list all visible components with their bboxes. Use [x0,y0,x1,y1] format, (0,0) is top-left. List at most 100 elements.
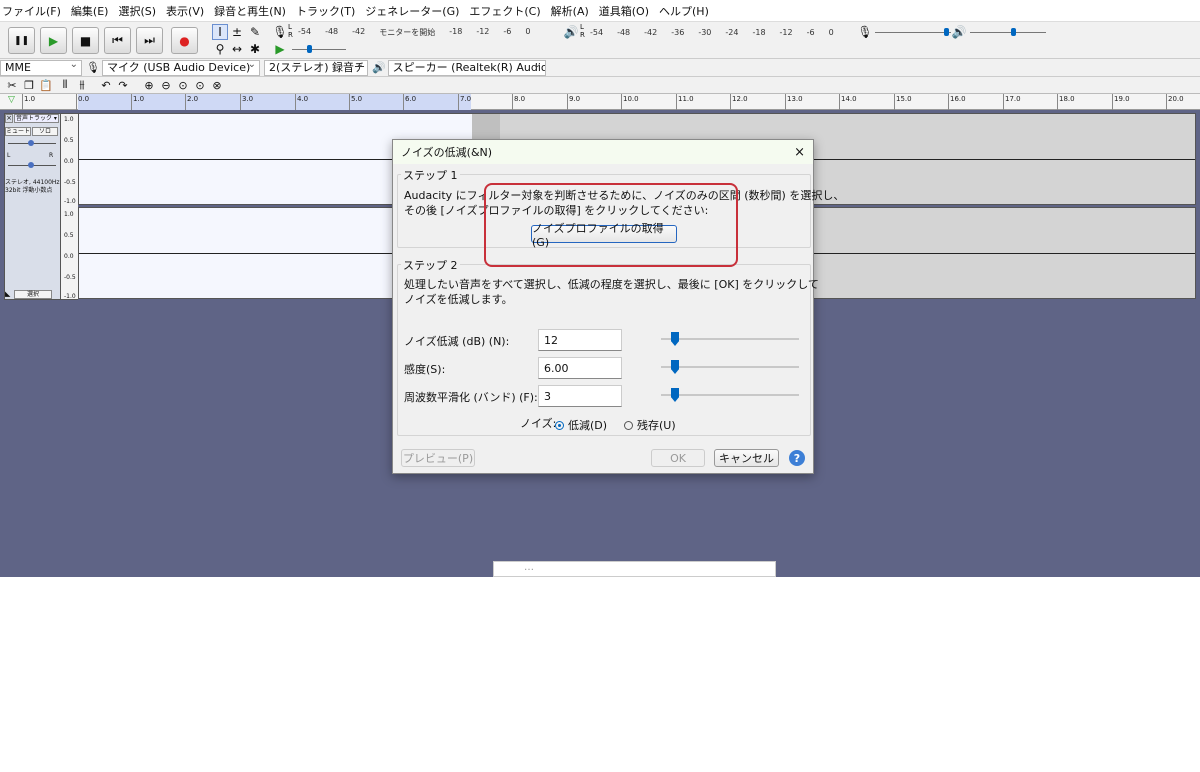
slider-thumb[interactable] [671,388,679,402]
solo-button[interactable]: ソロ [32,127,58,136]
frequency-smoothing-field[interactable]: 3 [538,385,622,407]
menu-edit[interactable]: 編集(E) [71,3,109,19]
ruler-tick: 2.0 [184,94,199,110]
radio-residue-label: 残存(U) [637,419,676,432]
play-meter-button[interactable]: 🔊 [563,24,579,40]
radio-selected-icon [555,420,564,430]
mute-button[interactable]: ミュート [5,127,31,136]
ruler-tick: 1.0 [130,94,145,110]
sensitivity-field[interactable]: 6.00 [538,357,622,379]
track-name-menu[interactable]: 音声トラック ▾ [14,114,59,123]
slider-thumb[interactable] [671,360,679,374]
menu-select[interactable]: 選択(S) [118,3,156,19]
play-at-speed-button[interactable]: ▶ [272,41,288,57]
ok-button[interactable]: OK [651,449,705,467]
cut-button[interactable]: ✂ [4,77,20,93]
clipboard-icon: 📋 [39,78,53,92]
scale-label: 0.0 [64,253,74,260]
silence-button[interactable]: ⫵ [74,77,90,93]
redo-button[interactable]: ↷ [115,77,131,93]
record-volume-icon-wrap: 🎙 [857,24,873,40]
record-volume-thumb[interactable] [944,28,949,36]
close-track-button[interactable]: × [5,114,13,123]
menu-effect[interactable]: エフェクト(C) [469,3,540,19]
record-volume-slider[interactable] [875,32,951,33]
step2-instructions-line2: ノイズを低減します。 [404,293,513,306]
menu-generate[interactable]: ジェネレーター(G) [365,3,459,19]
radio-residue[interactable]: 残存(U) [624,417,676,433]
timeline-ruler[interactable]: ▽ 1.0 0.0 1.0 2.0 3.0 4.0 5.0 6.0 7.0 8.… [0,94,1200,110]
trim-icon: ⫴ [62,78,68,91]
gain-slider-thumb[interactable] [28,140,34,146]
trim-button[interactable]: ⫴ [57,77,73,93]
play-speed-slider[interactable] [292,49,346,50]
stop-button[interactable]: ■ [72,27,99,54]
menu-help[interactable]: ヘルプ(H) [659,3,709,19]
close-icon[interactable]: × [794,145,805,160]
menu-tools[interactable]: 道具箱(O) [599,3,649,19]
help-icon[interactable]: ? [789,450,805,466]
record-button[interactable]: ● [171,27,198,54]
noise-reduction-field[interactable]: 12 [538,329,622,351]
select-track-button[interactable]: 選択 [14,290,52,299]
noise-reduction-slider[interactable] [661,332,799,346]
frequency-smoothing-slider[interactable] [661,388,799,402]
magnifier-icon: ⚲ [215,42,225,56]
pause-button[interactable]: ❚❚ [8,27,35,54]
menu-tracks[interactable]: トラック(T) [296,3,355,19]
play-meter-tick: -24 [725,27,739,37]
fit-project-button[interactable]: ⊙ [192,77,208,93]
record-meter-tick: -42 [352,26,366,36]
copy-button[interactable]: ❐ [21,77,37,93]
play-meter-tick: -18 [752,27,766,37]
play-volume-thumb[interactable] [1011,28,1016,36]
menu-file[interactable]: ファイル(F) [2,3,61,19]
get-noise-profile-button[interactable]: ノイズプロファイルの取得(G) [531,222,677,249]
draw-tool[interactable]: ✎ [247,24,263,40]
multi-tool[interactable]: ✱ [247,41,263,57]
record-meter-lr: L R [288,23,293,39]
play-meter[interactable]: -54 -48 -42 -36 -30 -24 -18 -12 -6 0 [590,26,834,38]
background-context-menu: … [493,561,776,577]
menu-transport[interactable]: 録音と再生(N) [214,3,286,19]
paste-button[interactable]: 📋 [38,77,54,93]
time-shift-tool[interactable]: ↔ [229,41,245,57]
menu-view[interactable]: 表示(V) [166,3,204,19]
play-speed-thumb[interactable] [307,45,312,53]
slider-thumb[interactable] [671,332,679,346]
ruler-tick: 3.0 [239,94,254,110]
play-head-triangle-icon[interactable]: ▽ [8,95,15,105]
preview-button[interactable]: プレビュー(P) [401,449,475,467]
envelope-tool[interactable]: ± [229,24,245,40]
zoom-tool[interactable]: ⚲ [212,41,228,57]
menu-analyze[interactable]: 解析(A) [551,3,589,19]
collapse-icon[interactable]: ◣ [5,290,10,298]
playback-device-select[interactable]: スピーカー (Realtek(R) Audio) [387,59,546,76]
radio-reduce[interactable]: 低減(D) [555,417,607,433]
recording-channels-select[interactable]: 2(ステレオ) 録音チ [263,59,368,76]
record-meter[interactable]: -54 -48 -42 モニターを開始 -18 -12 -6 0 [298,26,530,38]
skip-start-icon: ⏮ [112,33,123,47]
record-meter-button[interactable]: 🎙 [272,24,288,40]
recording-device-select[interactable]: マイク (USB Audio Device) [101,59,260,76]
record-meter-tick: -48 [325,26,339,36]
slider-track [661,366,799,368]
play-volume-slider[interactable] [970,32,1046,33]
selection-tool[interactable]: I [212,24,228,40]
skip-to-end-button[interactable]: ⏭ [136,27,163,54]
pan-left-label: L [7,152,11,159]
play-meter-tick: -42 [644,27,658,37]
sensitivity-slider[interactable] [661,360,799,374]
zoom-toggle-button[interactable]: ⊗ [209,77,225,93]
audio-host-select[interactable]: MME [0,59,82,76]
cancel-button[interactable]: キャンセル [714,449,779,467]
fit-selection-button[interactable]: ⊙ [175,77,191,93]
undo-button[interactable]: ↶ [98,77,114,93]
zoom-out-button[interactable]: ⊖ [158,77,174,93]
scale-label: -1.0 [64,198,76,205]
zoom-in-button[interactable]: ⊕ [141,77,157,93]
play-button[interactable]: ▶ [40,27,67,54]
skip-to-start-button[interactable]: ⏮ [104,27,131,54]
ruler-tick: 11.0 [676,94,694,110]
pan-slider-thumb[interactable] [28,162,34,168]
